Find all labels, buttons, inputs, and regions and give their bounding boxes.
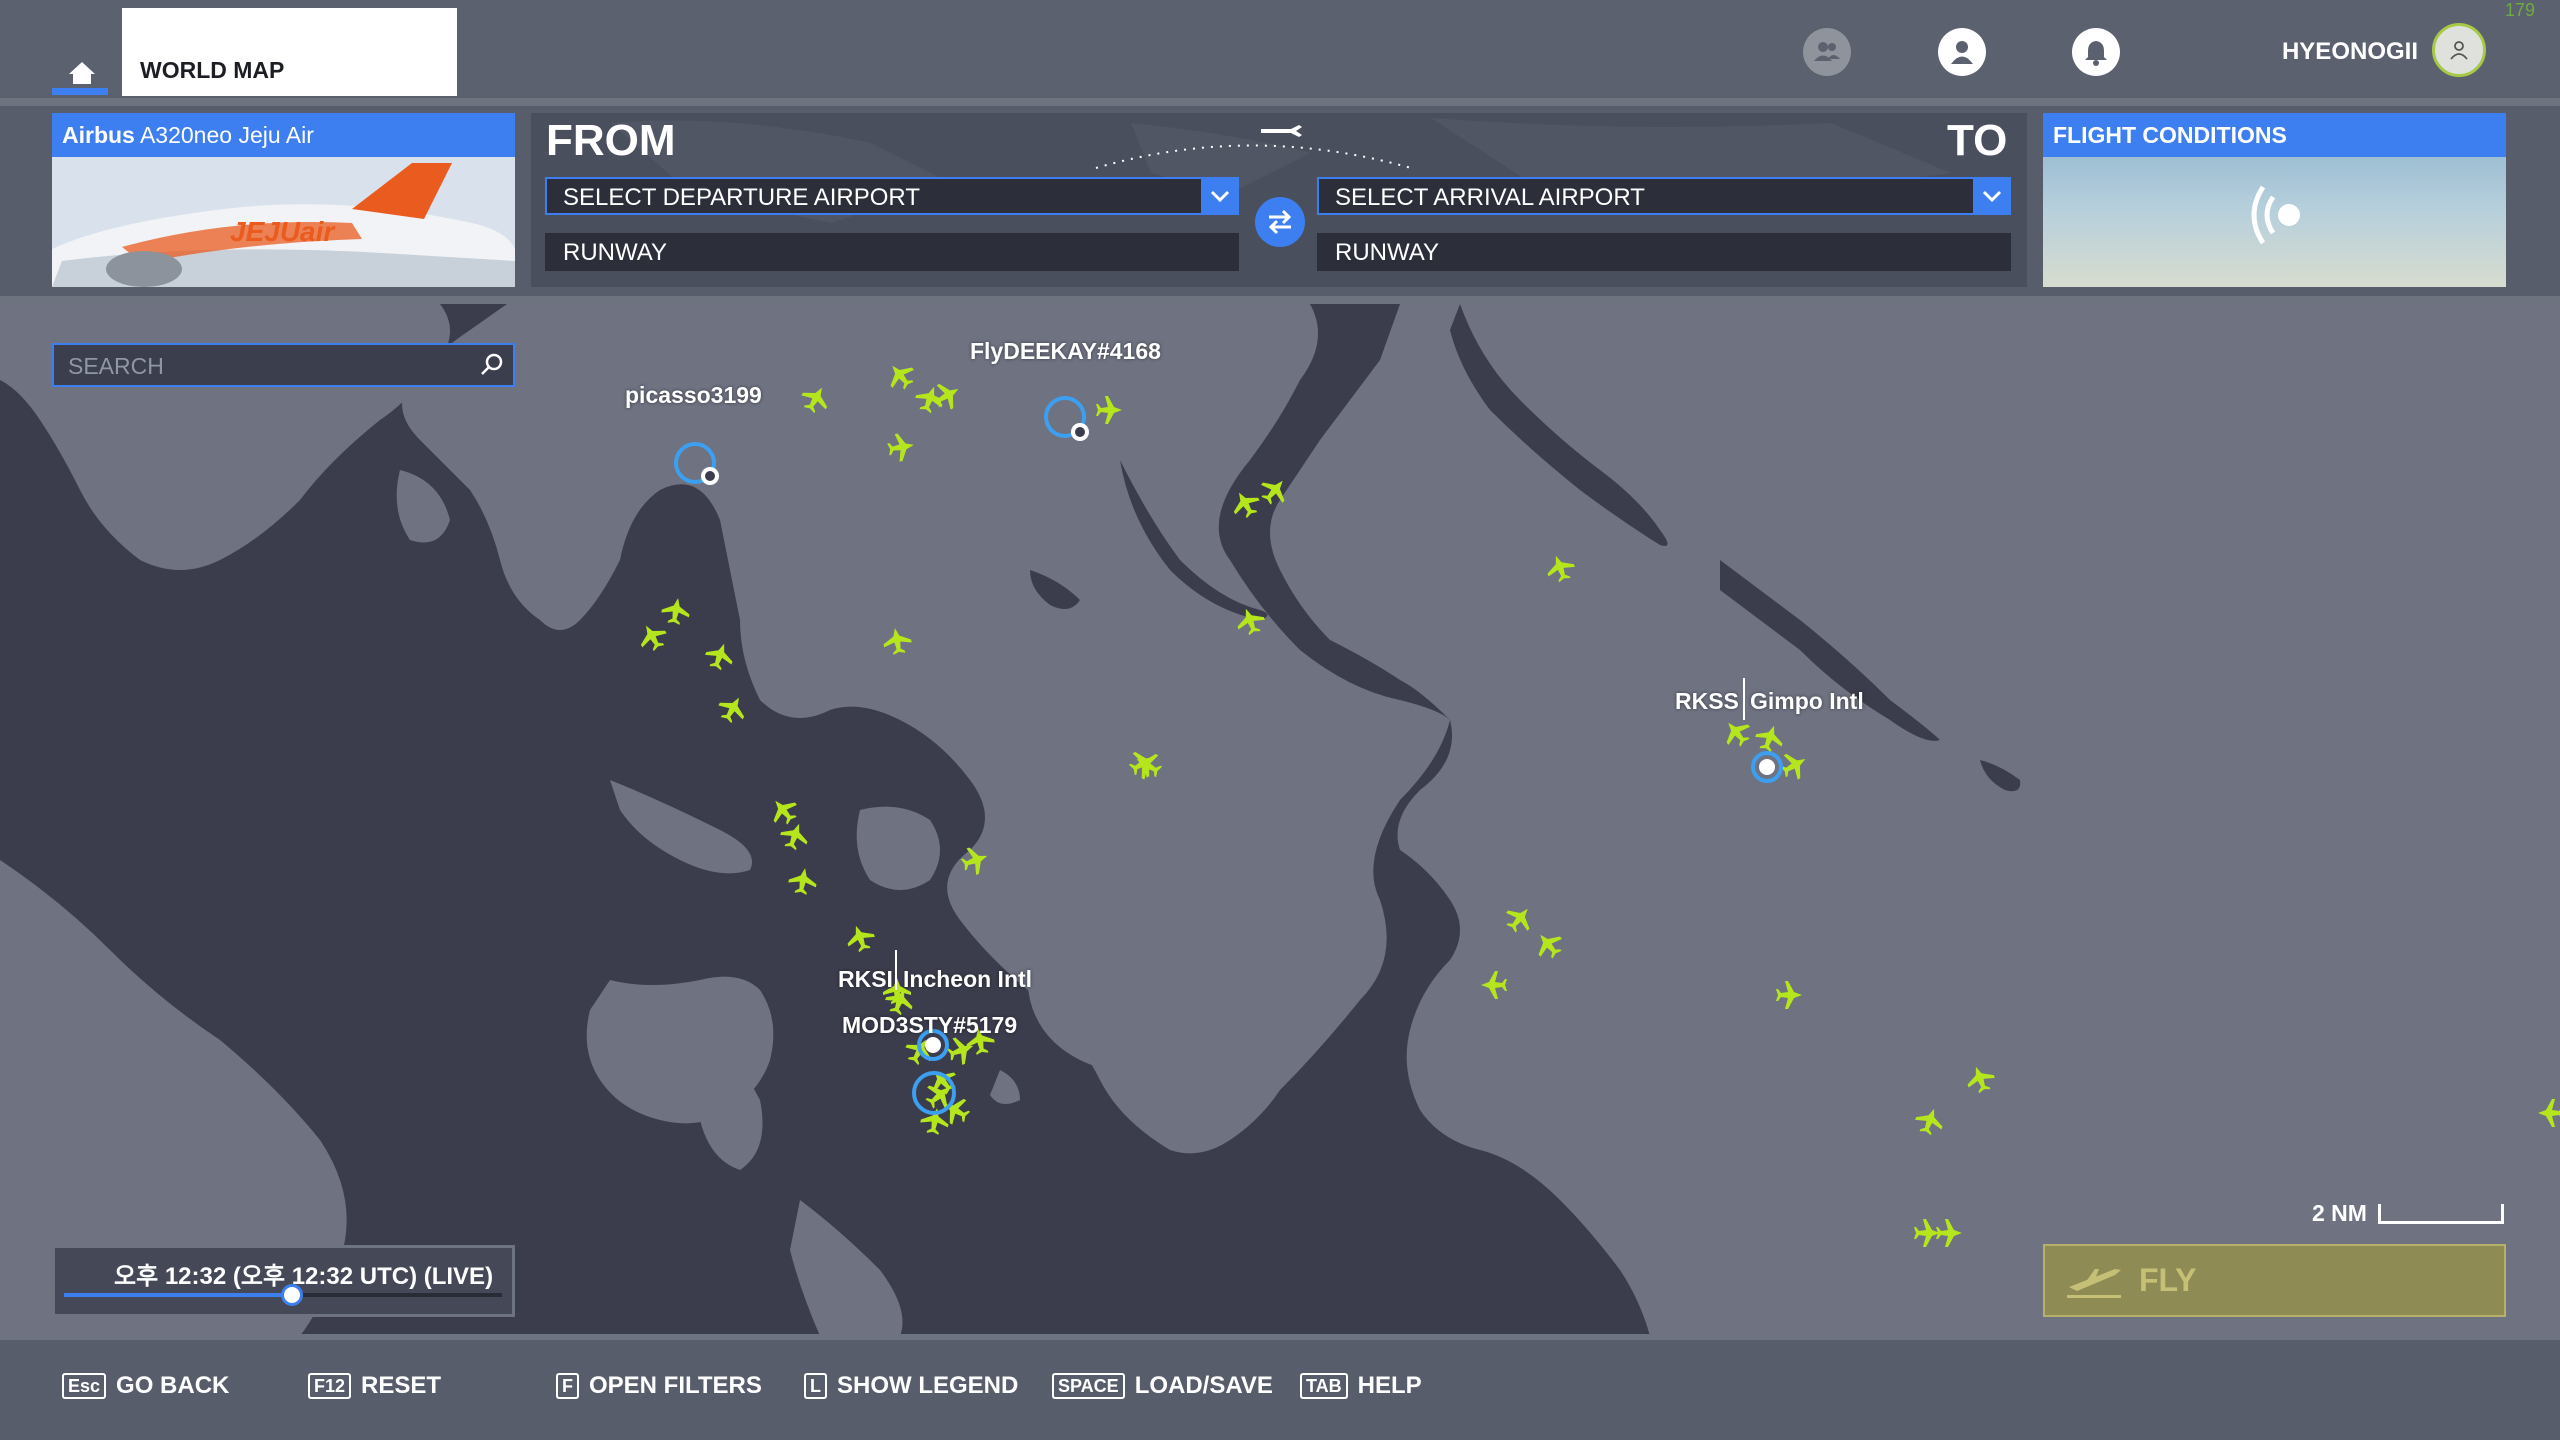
hint-help-label: HELP bbox=[1357, 1372, 1422, 1399]
to-label: TO bbox=[1947, 116, 2008, 165]
aircraft-title: Airbus A320neo Jeju Air bbox=[52, 113, 515, 157]
search-icon[interactable] bbox=[477, 350, 507, 380]
bell-icon bbox=[2085, 41, 2107, 66]
hint-show-legend-label: SHOW LEGEND bbox=[837, 1372, 1019, 1399]
chevron-down-icon bbox=[1982, 190, 2002, 203]
from-label: FROM bbox=[546, 116, 676, 165]
fly-button[interactable]: FLY bbox=[2043, 1244, 2506, 1317]
hint-open-filters-label: OPEN FILTERS bbox=[589, 1372, 762, 1399]
route-plane-icon bbox=[1261, 125, 1302, 137]
hint-show-legend[interactable]: L SHOW LEGEND bbox=[804, 1372, 1018, 1400]
home-tab-indicator bbox=[52, 88, 108, 95]
tab-world-map[interactable]: WORLD MAP bbox=[122, 8, 457, 96]
time-slider-fill bbox=[64, 1293, 292, 1297]
time-slider-handle[interactable] bbox=[280, 1284, 303, 1306]
hint-help[interactable]: TAB HELP bbox=[1300, 1372, 1422, 1400]
aircraft-image: JEJUair bbox=[52, 157, 515, 287]
airport-code-rksi[interactable]: RKSI bbox=[838, 966, 893, 993]
aircraft-selection-card[interactable]: Airbus A320neo Jeju Air JEJUair bbox=[52, 113, 515, 287]
profile-button[interactable] bbox=[1938, 28, 1986, 76]
hint-load-save-label: LOAD/SAVE bbox=[1134, 1372, 1273, 1399]
livery-logo: JEJUair bbox=[230, 216, 336, 247]
notifications-button[interactable] bbox=[2072, 28, 2120, 76]
top-bar-divider bbox=[0, 98, 2560, 106]
map-scale-bar bbox=[2378, 1204, 2504, 1224]
time-display: 오후 12:32 (오후 12:32 UTC) (LIVE) bbox=[114, 1263, 494, 1290]
arrival-dropdown-button[interactable] bbox=[1973, 177, 2011, 215]
avatar-icon bbox=[2450, 41, 2468, 60]
flight-setup-divider bbox=[0, 296, 2560, 304]
map-search-input[interactable]: SEARCH bbox=[52, 343, 515, 387]
profile-icon bbox=[1951, 41, 1973, 64]
live-weather-icon bbox=[2251, 185, 2300, 245]
hint-load-save[interactable]: SPACE LOAD/SAVE bbox=[1052, 1372, 1273, 1400]
tab-world-map-label: WORLD MAP bbox=[140, 57, 285, 83]
chevron-down-icon bbox=[1210, 190, 1230, 203]
takeoff-icon bbox=[2067, 1268, 2121, 1298]
friends-button[interactable] bbox=[1803, 28, 1851, 76]
footer-divider bbox=[0, 1334, 2560, 1340]
key-f12: F12 bbox=[308, 1373, 352, 1399]
departure-runway-select[interactable]: RUNWAY bbox=[545, 233, 1239, 271]
aircraft-model: A320neo Jeju Air bbox=[139, 122, 314, 148]
airport-code-rkss[interactable]: RKSS bbox=[1675, 688, 1739, 715]
key-tab: TAB bbox=[1300, 1373, 1348, 1399]
hint-go-back[interactable]: Esc GO BACK bbox=[62, 1372, 229, 1400]
key-esc: Esc bbox=[62, 1373, 107, 1399]
departure-airport-select[interactable]: SELECT DEPARTURE AIRPORT bbox=[545, 177, 1239, 215]
username[interactable]: HYEONOGII bbox=[2228, 38, 2418, 66]
fly-button-label: FLY bbox=[2139, 1262, 2197, 1298]
user-avatar[interactable] bbox=[2432, 23, 2486, 77]
aircraft-maker: Airbus bbox=[62, 122, 135, 148]
airport-name-gimpo[interactable]: Gimpo Intl bbox=[1750, 688, 1864, 715]
key-l: L bbox=[804, 1373, 827, 1399]
map-terrain bbox=[0, 304, 2560, 1336]
hint-open-filters[interactable]: F OPEN FILTERS bbox=[556, 1372, 762, 1400]
arrival-airport-select[interactable]: SELECT ARRIVAL AIRPORT bbox=[1317, 177, 2011, 215]
hint-reset-label: RESET bbox=[361, 1372, 442, 1399]
fps-counter: 179 bbox=[2505, 0, 2536, 20]
airport-name-incheon[interactable]: Incheon Intl bbox=[903, 966, 1032, 993]
hint-go-back-label: GO BACK bbox=[116, 1372, 230, 1399]
key-space: SPACE bbox=[1052, 1373, 1125, 1399]
map-scale-label: 2 NM bbox=[2312, 1200, 2367, 1226]
flight-conditions-card[interactable]: FLIGHT CONDITIONS bbox=[2043, 113, 2506, 287]
player-label-flydeekay[interactable]: FlyDEEKAY#4168 bbox=[970, 338, 1161, 365]
swap-airports-button[interactable] bbox=[1255, 197, 1305, 247]
player-label-picasso[interactable]: picasso3199 bbox=[625, 382, 762, 409]
key-f: F bbox=[556, 1373, 579, 1399]
player-label-mod3sty[interactable]: MOD3STY#5179 bbox=[842, 1012, 1017, 1039]
arrival-runway-select[interactable]: RUNWAY bbox=[1317, 233, 2011, 271]
world-map[interactable] bbox=[0, 304, 2560, 1336]
swap-icon bbox=[1268, 209, 1292, 235]
hint-reset[interactable]: F12 RESET bbox=[308, 1372, 441, 1400]
departure-dropdown-button[interactable] bbox=[1201, 177, 1239, 215]
home-icon bbox=[69, 62, 95, 84]
flight-conditions-title: FLIGHT CONDITIONS bbox=[2043, 113, 2506, 157]
friends-icon bbox=[1814, 42, 1840, 61]
